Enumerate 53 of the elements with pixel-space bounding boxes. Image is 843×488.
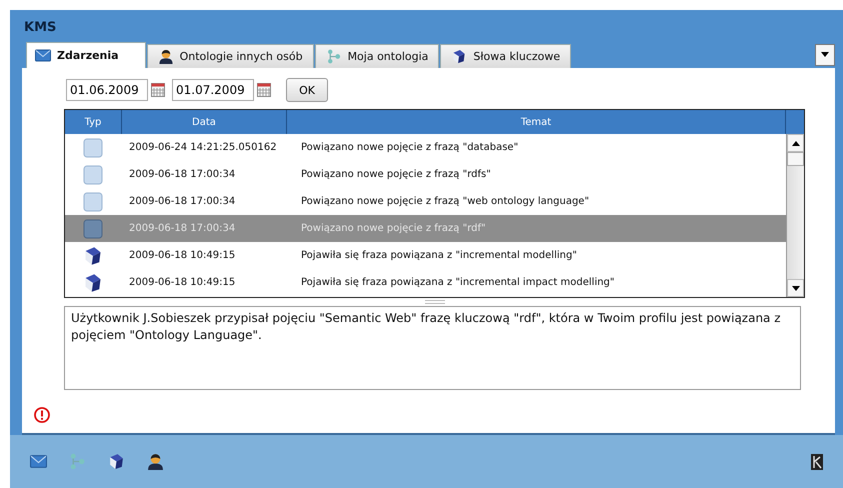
window-title: KMS <box>23 19 58 37</box>
table-row[interactable]: 2009-06-24 14:21:25.050162 Powiązano nowe pojęcie z frazą "database" <box>65 134 786 161</box>
square-icon <box>83 138 103 158</box>
tab[interactable]: Zdarzenia <box>26 42 146 68</box>
date-field[interactable]: 01.06.2009 <box>66 79 148 101</box>
scroll-thumb[interactable] <box>787 152 804 166</box>
table-row[interactable]: 2009-06-18 10:49:15 Pojawiła się fraza powiązana z "incremental modelling" <box>65 242 786 269</box>
graph-icon <box>326 49 342 64</box>
table-cell-text: Powiązano nowe pojęcie z frazą "database" <box>300 142 520 153</box>
details-text: Użytkownik J.Sobieszek przypisał pojęciu "Semantic Web" frazę kluczową "rdf", która w Twoim profilu jest powiązana z pojęciem "Ontology Language". <box>64 306 801 390</box>
square-icon <box>83 192 103 212</box>
square-icon <box>83 218 103 238</box>
scrollbar[interactable] <box>786 134 804 297</box>
square-icon <box>83 164 103 184</box>
exit-icon[interactable] <box>811 454 823 470</box>
calendar-icon[interactable] <box>257 83 271 97</box>
tab[interactable]: Ontologie innych osób <box>146 44 314 68</box>
table-cell-text: 2009-06-18 10:49:15 <box>128 277 236 288</box>
calendar-icon[interactable] <box>151 83 165 97</box>
table-row[interactable]: 2009-06-18 10:49:15 Pojawiła się fraza powiązana z "incremental impact modelling" <box>65 269 786 296</box>
date-field[interactable]: 01.07.2009 <box>172 79 254 101</box>
table-cell-text: Powiązano nowe pojęcie z frazą "rdf" <box>300 223 487 234</box>
column-header[interactable]: Data <box>122 110 287 134</box>
graph-icon <box>69 453 86 470</box>
envelope-icon <box>30 453 47 470</box>
table-cell-text: 2009-06-18 17:00:34 <box>128 169 236 180</box>
person-icon <box>158 49 174 64</box>
table-cell-text: Powiązano nowe pojęcie z frazą "web ontology language" <box>300 196 590 207</box>
cube-icon <box>83 272 103 292</box>
cube-icon <box>83 246 103 266</box>
table-cell-text: 2009-06-18 17:00:34 <box>128 223 236 234</box>
table-row[interactable]: 2009-06-18 17:00:34 Powiązano nowe pojęcie z frazą "rdfs" <box>65 161 786 188</box>
envelope-icon <box>35 48 51 63</box>
table-cell-text: 2009-06-18 10:49:15 <box>128 250 236 261</box>
table-cell-text: Pojawiła się fraza powiązana z "incremental modelling" <box>300 250 578 261</box>
table-cell-text: 2009-06-24 14:21:25.050162 <box>128 142 278 153</box>
down-arrow-icon[interactable] <box>792 286 800 290</box>
tab[interactable]: Słowa kluczowe <box>440 44 572 68</box>
person-icon <box>147 453 164 470</box>
up-arrow-icon[interactable] <box>792 140 800 146</box>
table-cell-text: Powiązano nowe pojęcie z frazą "rdfs" <box>300 169 492 180</box>
column-header[interactable]: Temat <box>287 110 786 134</box>
column-header[interactable]: Typ <box>65 110 122 134</box>
table-cell-text: Pojawiła się fraza powiązana z "incremental impact modelling" <box>300 277 616 288</box>
table-row[interactable]: 2009-06-18 17:00:34 Powiązano nowe pojęcie z frazą "web ontology language" <box>65 188 786 215</box>
warning-icon[interactable] <box>34 407 50 423</box>
ok-button[interactable]: OK <box>286 78 328 102</box>
caret-icon <box>821 52 829 57</box>
cube-icon <box>108 453 125 470</box>
dropdown-button[interactable] <box>815 44 835 66</box>
tab[interactable]: Moja ontologia <box>314 44 440 68</box>
cube-icon <box>451 49 468 64</box>
table-cell-text: 2009-06-18 17:00:34 <box>128 196 236 207</box>
